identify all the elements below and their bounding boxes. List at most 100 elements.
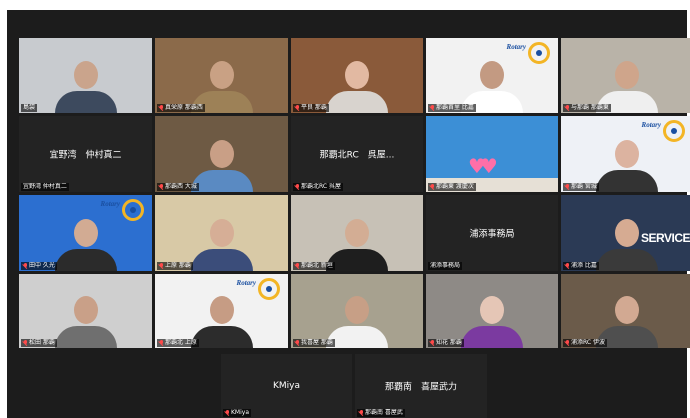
participant-tile[interactable]: 与那覇 那覇東 bbox=[561, 38, 690, 113]
participant-video-person bbox=[54, 219, 117, 271]
participant-tile[interactable]: SERVICE 浦添 比嘉 bbox=[561, 195, 690, 271]
participant-tile[interactable]: 宜野湾 仲村真二 宜野湾 仲村真二 bbox=[19, 116, 152, 192]
person-body bbox=[190, 249, 253, 271]
person-head bbox=[209, 296, 234, 324]
mic-muted-icon bbox=[359, 410, 364, 416]
participant-tile[interactable]: 那覇西 大城 bbox=[155, 116, 288, 192]
person-head bbox=[615, 61, 639, 89]
participant-name: 那覇 宮城 bbox=[571, 183, 597, 190]
person-head bbox=[73, 61, 98, 89]
participant-name: 真栄原 那覇西 bbox=[165, 104, 203, 111]
participant-display-name: 那覇南 喜屋武力 bbox=[384, 382, 457, 393]
participant-video-person bbox=[326, 296, 388, 348]
participant-video-person bbox=[190, 140, 253, 192]
mic-muted-icon bbox=[159, 340, 164, 346]
mic-muted-icon bbox=[23, 340, 28, 346]
participant-name-label: 浦添 比嘉 bbox=[563, 262, 599, 270]
participant-name: 浦添 比嘉 bbox=[571, 262, 597, 269]
participant-name-label: 与那覇 那覇東 bbox=[563, 104, 611, 112]
participant-name: 我喜屋 那覇 bbox=[301, 339, 333, 346]
participant-name-label: 那覇 宮城 bbox=[563, 183, 599, 191]
participant-tile[interactable]: 真栄原 那覇西 bbox=[155, 38, 288, 113]
person-body bbox=[596, 249, 658, 271]
mic-muted-icon bbox=[295, 340, 300, 346]
participant-name: 那覇首里 比嘉 bbox=[436, 104, 474, 111]
participant-name-label: 上原 那覇 bbox=[157, 262, 193, 270]
participant-display-name: KMiya bbox=[272, 381, 300, 391]
mic-muted-icon bbox=[159, 184, 164, 190]
person-body bbox=[190, 170, 253, 192]
participant-name-label: 宜野湾 仲村真二 bbox=[21, 183, 69, 191]
person-head bbox=[73, 296, 98, 324]
participant-display-name: 宜野湾 仲村真二 bbox=[49, 150, 122, 161]
mic-muted-icon bbox=[430, 105, 435, 111]
participant-tile[interactable]: Rotary 田中 久光 bbox=[19, 195, 152, 271]
participant-tile[interactable]: ♥♥ 那覇東 渡慶次 bbox=[426, 116, 558, 192]
person-head bbox=[615, 296, 639, 324]
mic-muted-icon bbox=[159, 105, 164, 111]
participant-tile[interactable]: Rotary 那覇首里 比嘉 bbox=[426, 38, 558, 113]
participant-display-name: 那覇北RC 呉屋... bbox=[319, 150, 395, 161]
participant-name-label: 那覇西 大城 bbox=[157, 183, 199, 191]
rotary-logo-text: Rotary bbox=[506, 43, 526, 51]
person-body bbox=[54, 249, 117, 271]
person-body bbox=[326, 249, 388, 271]
person-head bbox=[615, 219, 639, 247]
person-head bbox=[209, 61, 234, 89]
participant-video-person bbox=[326, 219, 388, 271]
participant-name: 平良 那覇 bbox=[301, 104, 327, 111]
heart-balloons-image: ♥♥ bbox=[468, 154, 498, 178]
participant-name-label: 那覇北 新垣 bbox=[293, 262, 335, 270]
person-body bbox=[326, 326, 388, 348]
mic-muted-icon bbox=[295, 105, 300, 111]
participant-name-label: 浦添事務局 bbox=[428, 262, 463, 270]
participant-video-person bbox=[461, 296, 523, 348]
person-body bbox=[190, 326, 253, 348]
participant-tile[interactable]: 上原 那覇 bbox=[155, 195, 288, 271]
participant-name: 与那覇 那覇東 bbox=[571, 104, 609, 111]
participant-tile[interactable]: 我喜屋 那覇 bbox=[291, 274, 423, 348]
participant-name: 浦添事務局 bbox=[430, 262, 461, 269]
participant-display-name: 浦添事務局 bbox=[469, 229, 515, 240]
mic-muted-icon bbox=[295, 184, 300, 190]
rotary-logo-text: Rotary bbox=[641, 121, 661, 129]
rotary-wheel-icon bbox=[122, 199, 144, 221]
participant-tile[interactable]: 松田 那覇 bbox=[19, 274, 152, 348]
mic-muted-icon bbox=[225, 410, 230, 416]
participant-video-person bbox=[190, 219, 253, 271]
participant-tile[interactable]: 浦添事務局 浦添事務局 bbox=[426, 195, 558, 271]
participant-video-person bbox=[54, 61, 117, 113]
participant-name: 那覇西 大城 bbox=[165, 183, 197, 190]
person-head bbox=[209, 219, 234, 247]
participant-tile[interactable]: 知花 那覇 bbox=[426, 274, 558, 348]
participant-name: 上原 那覇 bbox=[165, 262, 191, 269]
participant-tile[interactable]: Rotary 那覇北 上原 bbox=[155, 274, 288, 348]
participant-tile[interactable]: 平良 那覇 bbox=[291, 38, 423, 113]
mic-muted-icon bbox=[23, 263, 28, 269]
person-body bbox=[461, 326, 523, 348]
participant-video-person bbox=[190, 296, 253, 348]
person-body bbox=[54, 326, 117, 348]
person-head bbox=[345, 296, 369, 324]
participant-tile[interactable]: Rotary 那覇 宮城 bbox=[561, 116, 690, 192]
person-body bbox=[54, 91, 117, 113]
zoom-gallery-window: 島袋 真栄原 那覇西 平良 那覇 Rotary 那覇首里 比嘉 与那覇 那覇東宜野湾 仲村… bbox=[7, 10, 690, 418]
person-body bbox=[326, 91, 388, 113]
participant-name-label: 平良 那覇 bbox=[293, 104, 329, 112]
participant-tile[interactable]: 浦添RC 伊波 bbox=[561, 274, 690, 348]
participant-tile[interactable]: 島袋 bbox=[19, 38, 152, 113]
mic-muted-icon bbox=[159, 263, 164, 269]
rotary-wheel-icon bbox=[663, 120, 685, 142]
participant-tile[interactable]: 那覇北 新垣 bbox=[291, 195, 423, 271]
participant-tile[interactable]: 那覇南 喜屋武力那覇南 喜屋武 bbox=[355, 354, 487, 418]
participant-tile[interactable]: KMiya KMiya bbox=[221, 354, 352, 418]
participant-tile[interactable]: 那覇北RC 呉屋... 那覇北RC 呉屋 bbox=[291, 116, 423, 192]
participant-name-label: 那覇北RC 呉屋 bbox=[293, 183, 343, 191]
participant-name-label: 那覇東 渡慶次 bbox=[428, 183, 476, 191]
participant-name: KMiya bbox=[231, 409, 250, 416]
person-head bbox=[615, 140, 639, 168]
person-head bbox=[345, 61, 369, 89]
mic-muted-icon bbox=[565, 263, 570, 269]
participant-name-label: 那覇南 喜屋武 bbox=[357, 409, 405, 417]
service-sign-text: SERVICE bbox=[641, 231, 690, 245]
